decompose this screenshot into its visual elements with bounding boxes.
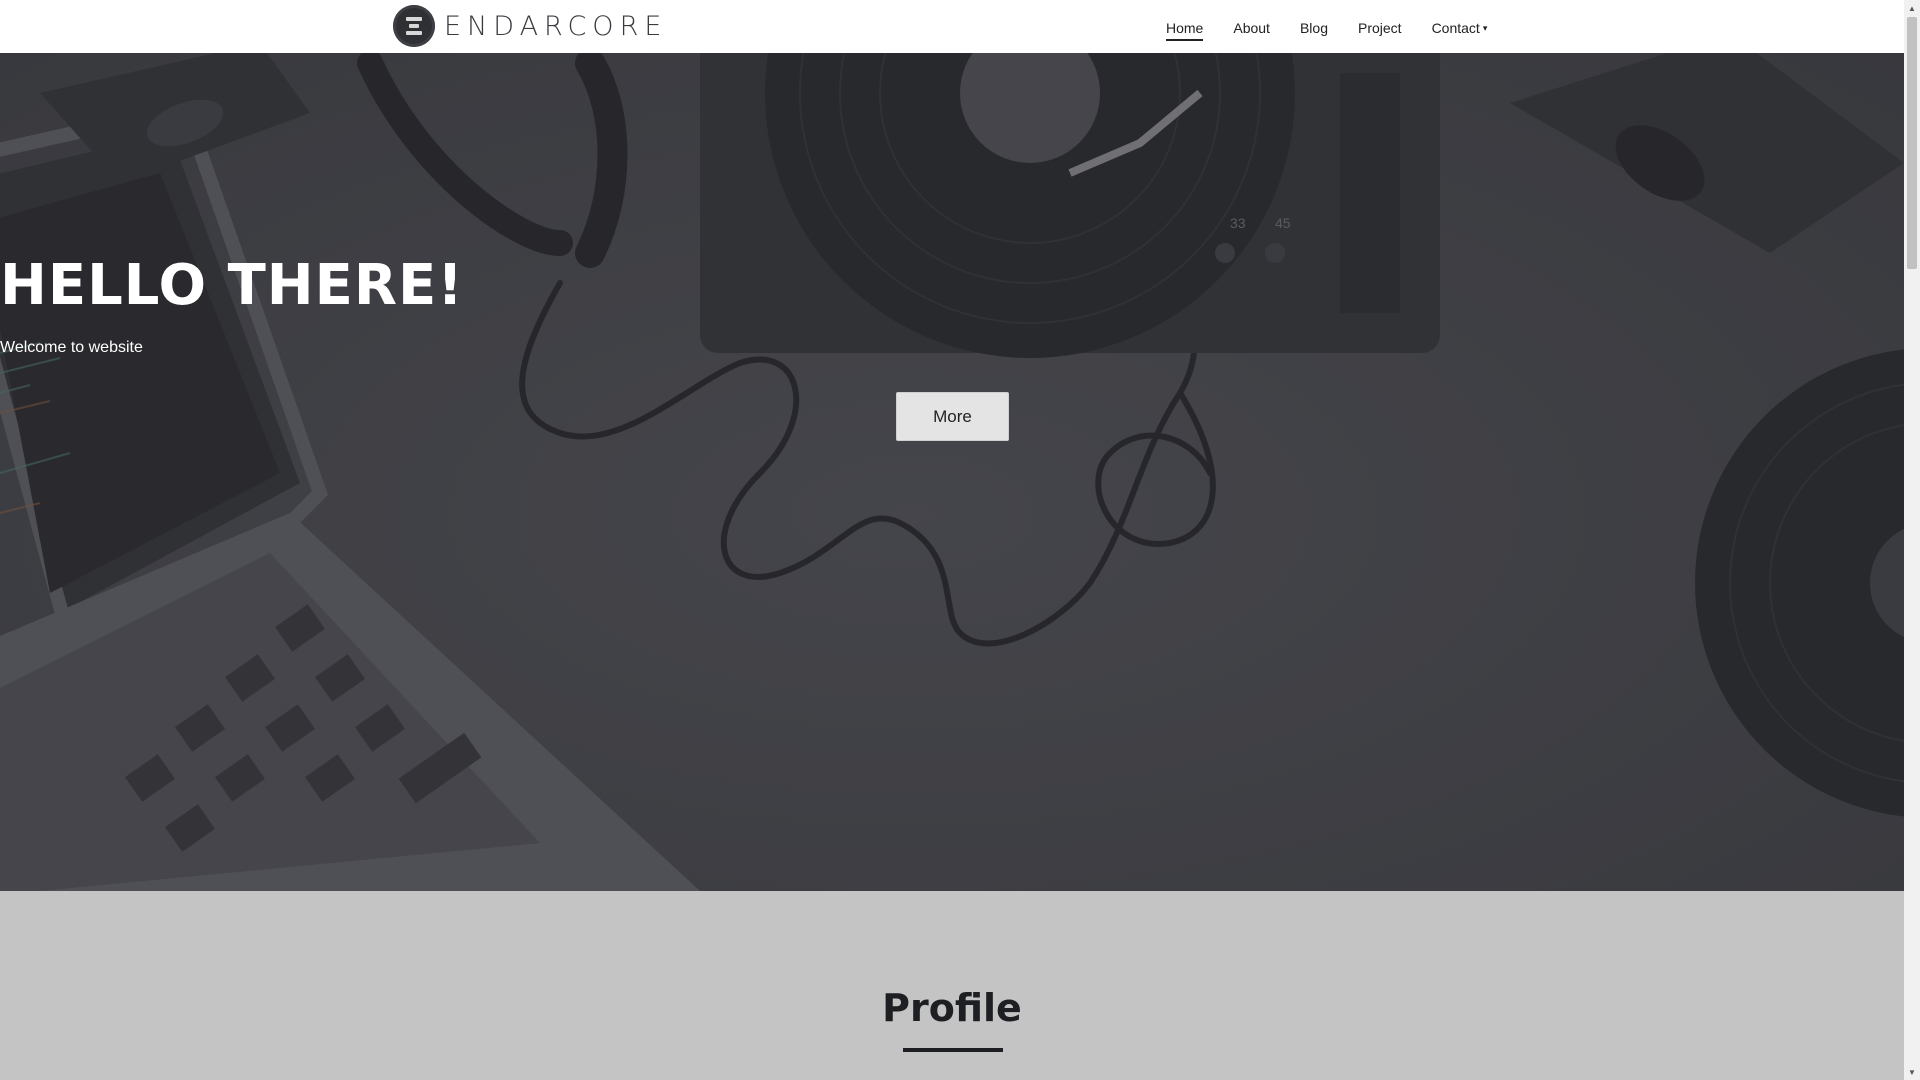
scroll-down-arrow-icon[interactable]: ▼ <box>1904 1064 1920 1080</box>
top-navbar: ENDARCORE Home About Blog Project Contac… <box>0 0 1904 53</box>
brand-name: ENDARCORE <box>444 10 668 42</box>
section-title-underline <box>903 1048 1003 1052</box>
brand-logo[interactable]: ENDARCORE <box>393 4 667 48</box>
section-title: Profile <box>882 986 1022 1030</box>
hero-section: 33 45 HELLO THERE! Welcome to website Mo… <box>0 53 1904 891</box>
main-nav: Home About Blog Project Contact ▾ <box>1166 0 1517 53</box>
hero-background-image: 33 45 <box>0 53 1904 891</box>
hero-title: HELLO THERE! <box>0 253 464 318</box>
nav-item-contact-label: Contact <box>1431 19 1480 36</box>
profile-section: Profile <box>0 891 1904 1080</box>
scrollbar-thumb[interactable] <box>1907 17 1917 269</box>
nav-item-blog[interactable]: Blog <box>1300 14 1328 40</box>
nav-item-contact[interactable]: Contact ▾ <box>1432 14 1488 40</box>
hero-subtitle: Welcome to website <box>0 339 143 356</box>
page-scrollbar[interactable]: ▲ ▼ <box>1904 0 1920 1080</box>
nav-item-project[interactable]: Project <box>1358 14 1402 40</box>
chevron-down-icon: ▾ <box>1482 23 1488 33</box>
nav-item-about[interactable]: About <box>1233 14 1270 40</box>
nav-item-home[interactable]: Home <box>1166 14 1204 41</box>
more-button[interactable]: More <box>896 392 1009 441</box>
logo-icon <box>393 5 435 47</box>
scroll-up-arrow-icon[interactable]: ▲ <box>1904 0 1920 16</box>
